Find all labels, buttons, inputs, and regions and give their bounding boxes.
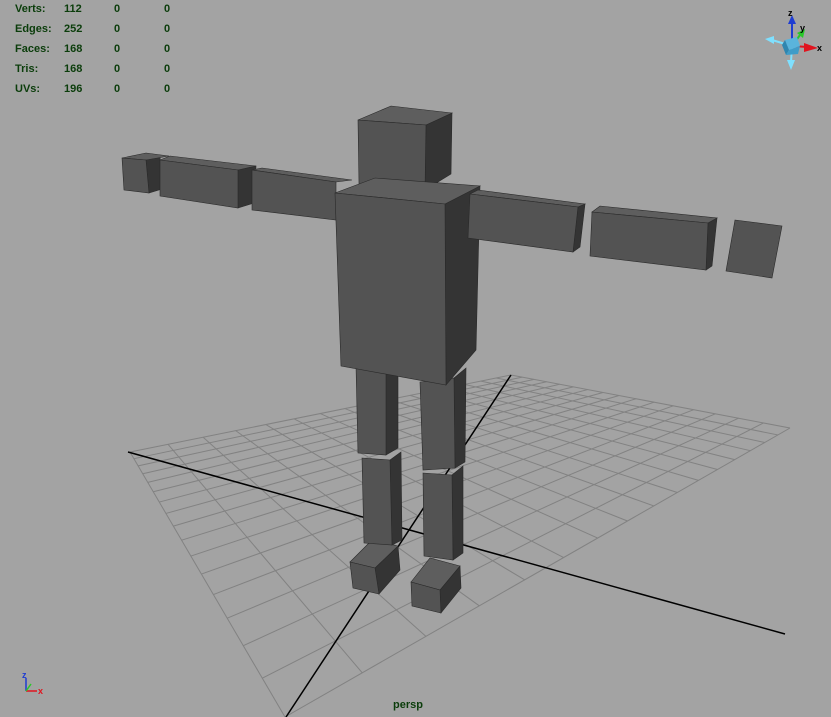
hud-row: UVs: 196 0 0	[0, 83, 200, 97]
hud-stat-label: Verts:	[15, 3, 46, 15]
hud-stat-selected: 0	[114, 3, 121, 15]
hud-stat-selected: 0	[114, 43, 121, 55]
hud-stat-label: Edges:	[15, 23, 52, 35]
hud-stat-component: 0	[164, 23, 171, 35]
hud-stat-label: UVs:	[15, 83, 41, 95]
view-cube-z-label: z	[788, 8, 793, 18]
torso-front-face[interactable]	[334, 192, 447, 386]
hud-stat-component: 0	[164, 43, 171, 55]
thigh-right-side-face[interactable]	[453, 367, 467, 469]
camera-name-label: persp	[393, 699, 423, 711]
hud-stat-label: Faces:	[15, 43, 50, 55]
shin-left-front-face[interactable]	[361, 457, 393, 546]
shin-right-side-face[interactable]	[451, 465, 464, 561]
hud-stat-value: 252	[64, 23, 83, 35]
hud-stat-component: 0	[164, 83, 171, 95]
hud-stat-value: 168	[64, 43, 83, 55]
hud-row: Tris: 168 0 0	[0, 63, 200, 77]
arm-left-outer-front-face[interactable]	[121, 157, 150, 194]
view-cube-x-label: x	[817, 43, 822, 53]
hud-row: Verts: 112 0 0	[0, 3, 200, 17]
origin-x-label: x	[38, 686, 43, 696]
view-cube-y-label: y	[800, 23, 805, 33]
hud-stat-selected: 0	[114, 23, 121, 35]
hud-row: Faces: 168 0 0	[0, 43, 200, 57]
hud-stat-value: 112	[64, 3, 82, 15]
hud-stat-value: 168	[64, 63, 83, 75]
shin-right-front-face[interactable]	[422, 472, 454, 561]
hud-stat-component: 0	[164, 3, 171, 15]
3d-viewport[interactable]: z y x z x	[0, 0, 831, 717]
hud-stat-value: 196	[64, 83, 83, 95]
hud-stat-selected: 0	[114, 83, 121, 95]
hud-row: Edges: 252 0 0	[0, 23, 200, 37]
origin-z-label: z	[22, 670, 27, 680]
hud-stat-component: 0	[164, 63, 171, 75]
hud-stat-label: Tris:	[15, 63, 39, 75]
thigh-left-front-face[interactable]	[355, 365, 387, 456]
thigh-right-front-face[interactable]	[419, 377, 456, 471]
hud-stat-selected: 0	[114, 63, 121, 75]
arm-right-outer-front-face[interactable]	[725, 219, 783, 279]
